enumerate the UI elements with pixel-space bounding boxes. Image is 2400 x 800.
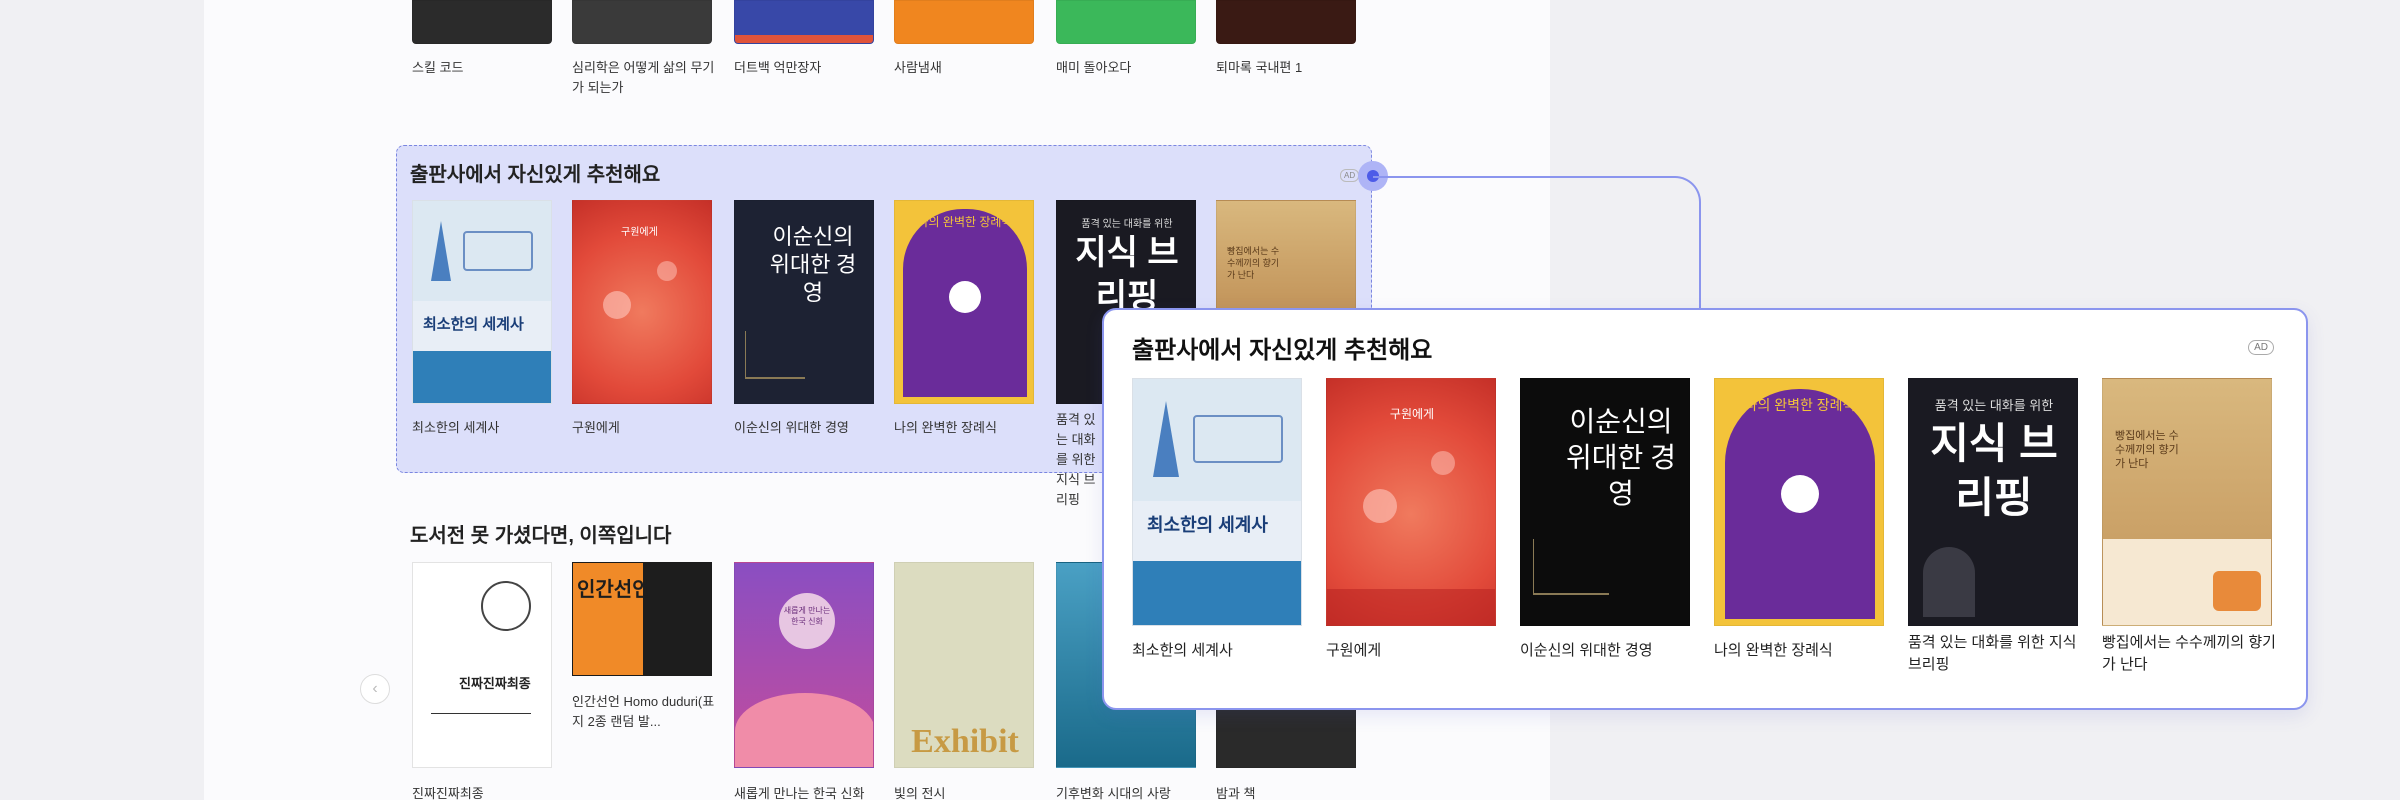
book-title[interactable]: 빛의 전시	[894, 784, 1044, 800]
book-cover-text: 새롭게 만나는 한국 신화	[783, 606, 831, 626]
book-cover[interactable]: 구원에게	[572, 200, 712, 404]
book-title[interactable]: 이순신의 위대한 경영	[734, 418, 884, 438]
book-title[interactable]: 최소한의 세계사	[412, 418, 562, 438]
ad-badge: AD	[1340, 169, 1360, 182]
book-title[interactable]: 심리학은 어떻게 삶의 무기가 되는가	[572, 58, 716, 98]
book-cover-text: 진짜진짜최종	[459, 676, 531, 691]
book-title[interactable]: 스킬 코드	[412, 58, 562, 78]
book-cover-text: 지식 브리핑	[1075, 234, 1179, 316]
book-cover-text: 빵집에서는 수수께끼의 향기가 난다	[2115, 430, 2179, 470]
book-cover-subtext: 품격 있는 대화를 위한	[1081, 219, 1173, 230]
book-title[interactable]: 진짜진짜최종	[412, 784, 562, 800]
book-title[interactable]: 구원에게	[1326, 640, 1504, 662]
book-cover[interactable]: 최소한의 세계사	[1132, 378, 1302, 626]
book-cover-text: 구원에게	[1389, 407, 1435, 421]
book-cover[interactable]: 나의 완벽한 장례식	[1714, 378, 1884, 626]
book-cover-text: 최소한의 세계사	[1147, 515, 1268, 535]
book-title[interactable]: 인간선언 Homo duduri(표지 2종 랜덤 발...	[572, 692, 718, 732]
popup-title: 출판사에서 자신있게 추천해요	[1132, 337, 1433, 364]
book-title[interactable]: 사람냄새	[894, 58, 1044, 78]
book-title[interactable]: 매미 돌아오다	[1056, 58, 1206, 78]
book-cover[interactable]: 이순신의 위대한 경영	[1520, 378, 1690, 626]
book-cover[interactable]	[1056, 0, 1196, 44]
book-title[interactable]: 퇴마록 국내편 1	[1216, 58, 1366, 78]
book-cover-text: 이순신의 위대한 경영	[1565, 407, 1677, 510]
book-title[interactable]: 밤과 책	[1216, 784, 1366, 800]
book-title[interactable]: 품격 있는 대화를 위한 지식 브리핑	[1908, 632, 2086, 676]
book-cover[interactable]: 빵집에서는 수수께끼의 향기가 난다	[1216, 200, 1356, 310]
book-cover[interactable]	[734, 0, 874, 44]
book-cover-text: 인간선언	[577, 579, 651, 601]
book-title[interactable]: 빵집에서는 수수께끼의 향기가 난다	[2102, 632, 2280, 676]
book-cover-text: 나의 완벽한 장례식	[917, 215, 1013, 229]
book-title[interactable]: 새롭게 만나는 한국 신화	[734, 784, 884, 800]
book-cover[interactable]	[1216, 0, 1356, 44]
book-cover[interactable]	[412, 0, 552, 44]
book-cover[interactable]: Exhibit	[894, 562, 1034, 768]
book-title[interactable]: 나의 완벽한 장례식	[1714, 640, 1892, 662]
book-title[interactable]: 나의 완벽한 장례식	[894, 418, 1044, 438]
ad-badge: AD	[2248, 340, 2274, 355]
book-cover-text: 나의 완벽한 장례식	[1744, 397, 1856, 413]
book-cover-text: 지식 브리핑	[1930, 420, 2058, 521]
connector-line	[1373, 176, 1701, 310]
book-title[interactable]: 기후변화 시대의 사랑	[1056, 784, 1206, 800]
book-cover[interactable]	[894, 0, 1034, 44]
chevron-left-icon: ‹	[372, 680, 378, 697]
book-cover-text: 이순신의 위대한 경영	[769, 224, 857, 305]
book-cover[interactable]	[572, 0, 712, 44]
book-title[interactable]: 최소한의 세계사	[1132, 640, 1310, 662]
book-cover[interactable]: 최소한의 세계사	[412, 200, 552, 404]
book-title[interactable]: 구원에게	[572, 418, 722, 438]
book-cover-text: 최소한의 세계사	[423, 316, 524, 333]
book-title[interactable]: 품격 있는 대화를 위한 지식 브리핑	[1056, 410, 1096, 510]
book-title[interactable]: 이순신의 위대한 경영	[1520, 640, 1698, 662]
book-cover-subtext: 품격 있는 대화를 위한	[1934, 398, 2054, 413]
book-cover[interactable]: 빵집에서는 수수께끼의 향기가 난다	[2102, 378, 2272, 626]
book-title[interactable]: 더트백 억만장자	[734, 58, 884, 78]
book-cover[interactable]: 새롭게 만나는 한국 신화	[734, 562, 874, 768]
book-cover-text: Exhibit	[911, 723, 1019, 760]
book-cover[interactable]: 구원에게	[1326, 378, 1496, 626]
book-cover[interactable]: 품격 있는 대화를 위한 지식 브리핑	[1908, 378, 2078, 626]
section-title: 출판사에서 자신있게 추천해요	[410, 164, 661, 186]
section-title: 도서전 못 가셨다면, 이쪽입니다	[410, 525, 672, 547]
book-cover-text: 빵집에서는 수수께끼의 향기가 난다	[1227, 246, 1280, 280]
book-cover-text: 구원에게	[621, 227, 658, 238]
book-cover[interactable]: 진짜진짜최종	[412, 562, 552, 768]
book-cover[interactable]: 나의 완벽한 장례식	[894, 200, 1034, 404]
section-preview-popup: 출판사에서 자신있게 추천해요 AD 최소한의 세계사 최소한의 세계사 구원에…	[1102, 308, 2308, 710]
book-cover[interactable]: 인간선언	[572, 562, 712, 676]
carousel-prev-button[interactable]: ‹	[360, 674, 390, 704]
book-cover[interactable]: 이순신의 위대한 경영	[734, 200, 874, 404]
